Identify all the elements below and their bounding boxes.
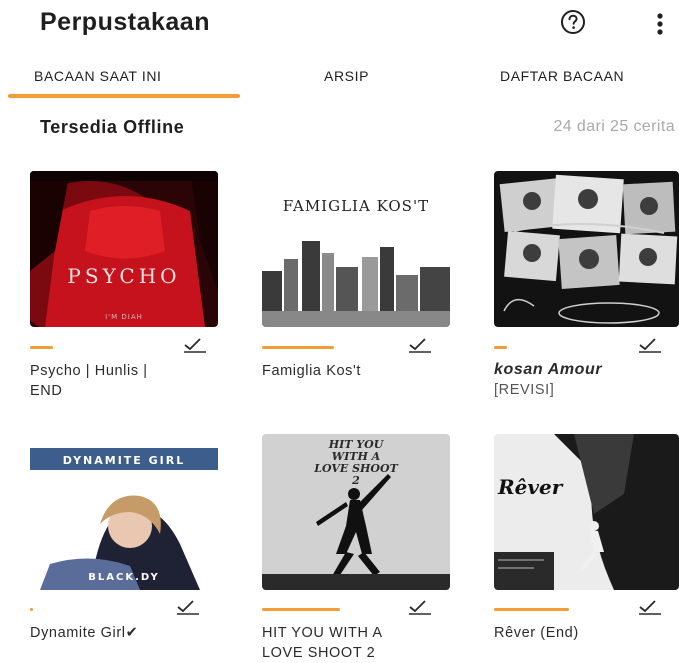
book-title-line1: Dynamite Girl✔ <box>30 625 139 641</box>
reading-progress <box>262 346 392 349</box>
tab-archive[interactable]: ARSIP <box>324 68 369 84</box>
offline-check-icon <box>176 599 200 615</box>
reading-progress <box>494 346 624 349</box>
book-title[interactable]: Rêver (End) <box>494 623 679 643</box>
progress-fill <box>262 346 334 349</box>
reading-progress <box>262 608 392 611</box>
book-title[interactable]: Dynamite Girl✔ <box>30 623 226 643</box>
help-icon[interactable] <box>560 9 586 35</box>
book-title-line1: Famiglia Kos't <box>262 363 362 379</box>
reading-progress <box>30 608 160 611</box>
book-title-line2: [REVISI] <box>494 382 555 398</box>
cover-author: I'M DIAH <box>105 313 143 321</box>
cover-title: FAMIGLIA KOS'T <box>283 197 429 215</box>
book-title[interactable]: HIT YOU WITH A LOVE SHOOT 2 <box>262 623 458 663</box>
story-count: 24 dari 25 cerita <box>553 118 675 135</box>
book-cover[interactable]: PSYCHO I'M DIAH <box>30 171 218 327</box>
reading-progress <box>494 608 624 611</box>
offline-check-icon <box>638 337 662 353</box>
offline-check-icon <box>638 599 662 615</box>
page-title: Perpustakaan <box>40 8 210 36</box>
book-title-line1: Psycho | Hunlis | <box>30 363 148 379</box>
section-title: Tersedia Offline <box>40 117 185 137</box>
book-cover[interactable]: DYNAMITE GIRL BLACK.DY <box>30 434 218 590</box>
cover-author: BLACK.DY <box>88 572 159 583</box>
book-title-line2: LOVE SHOOT 2 <box>262 645 376 661</box>
cover-title: DYNAMITE GIRL <box>63 454 186 467</box>
tab-current-reading[interactable]: BACAAN SAAT INI <box>34 68 162 84</box>
book-title[interactable]: Famiglia Kos't <box>262 361 458 381</box>
book-title-line1: kosan Amour <box>494 361 603 378</box>
progress-fill <box>262 608 340 611</box>
cover-title: Rêver <box>497 475 564 499</box>
offline-check-icon <box>183 337 207 353</box>
book-title-line1: Rêver (End) <box>494 625 579 641</box>
more-options-icon[interactable] <box>650 10 670 38</box>
offline-check-icon <box>408 337 432 353</box>
book-cover[interactable] <box>494 171 679 327</box>
book-title[interactable]: kosan Amour [REVISI] <box>494 360 674 400</box>
progress-fill <box>30 346 53 349</box>
book-title-line2: END <box>30 383 63 399</box>
book-title-line1: HIT YOU WITH A <box>262 625 383 641</box>
progress-fill <box>30 608 33 611</box>
active-tab-indicator <box>8 94 240 98</box>
reading-progress <box>30 346 160 349</box>
book-cover[interactable]: HIT YOU WITH A LOVE SHOOT 2 <box>262 434 450 590</box>
book-cover[interactable]: Rêver <box>494 434 679 590</box>
progress-fill <box>494 608 569 611</box>
book-title[interactable]: Psycho | Hunlis | END <box>30 361 226 401</box>
svg-text:2: 2 <box>351 474 360 487</box>
tab-reading-list[interactable]: DAFTAR BACAAN <box>500 68 624 84</box>
cover-title: PSYCHO <box>67 264 180 288</box>
app-header: Perpustakaan <box>0 0 679 48</box>
book-cover[interactable]: FAMIGLIA KOS'T <box>262 171 450 327</box>
progress-fill <box>494 346 507 349</box>
offline-check-icon <box>408 599 432 615</box>
